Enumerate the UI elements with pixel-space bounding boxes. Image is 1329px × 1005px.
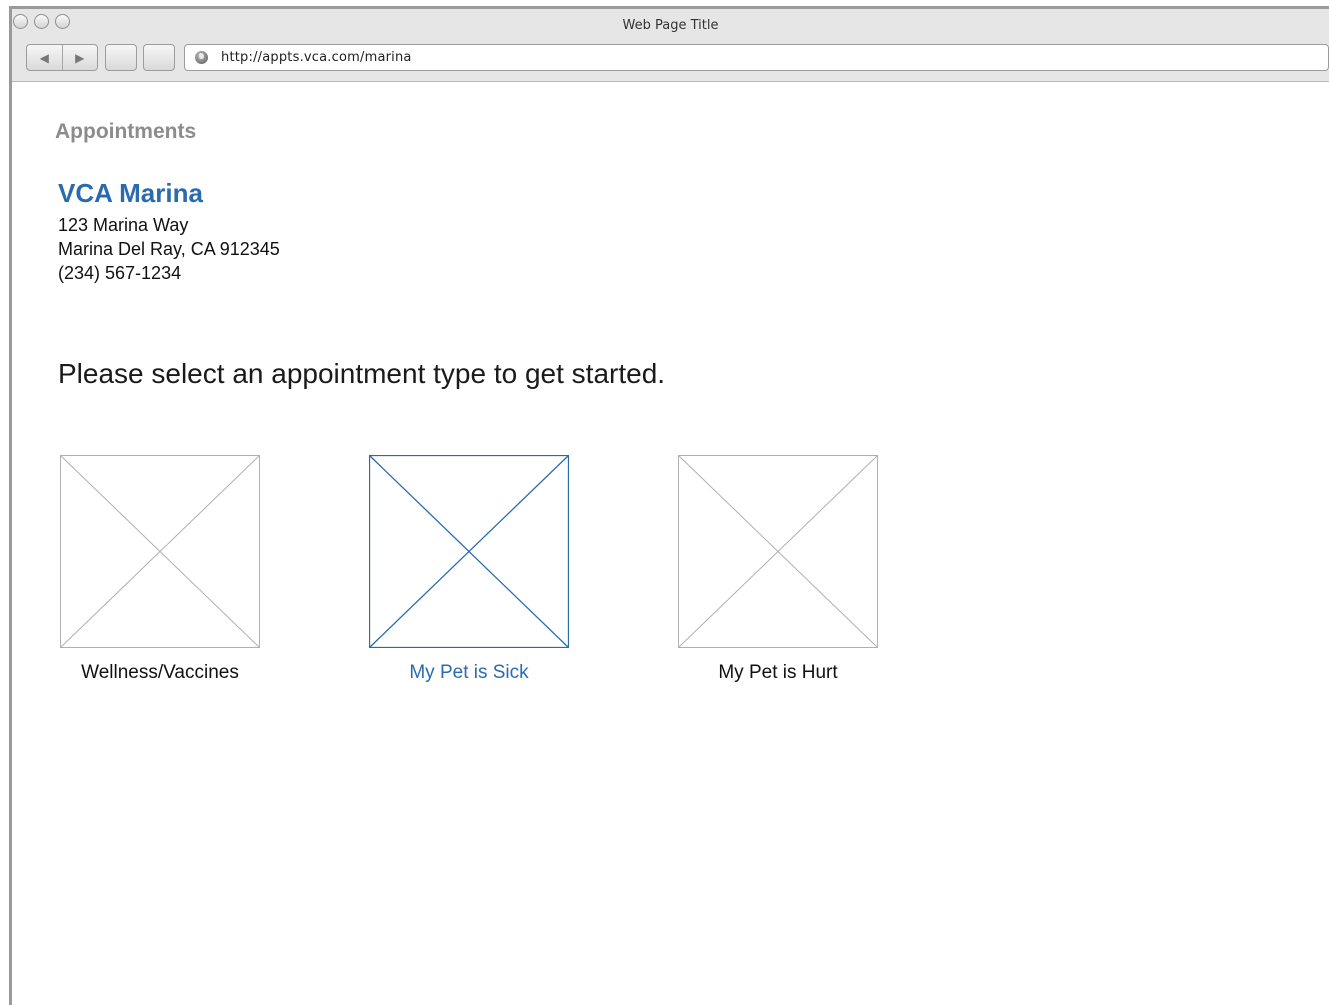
image-placeholder-icon	[678, 455, 878, 648]
forward-arrow-icon: ▶	[75, 50, 85, 65]
clinic-phone: (234) 567-1234	[58, 263, 182, 283]
clinic-name: VCA Marina	[58, 178, 203, 208]
clinic-address: 123 Marina Way Marina Del Ray, CA 912345…	[58, 213, 280, 285]
appointment-type-label: My Pet is Sick	[409, 662, 529, 683]
image-placeholder-icon	[60, 455, 260, 648]
selection-prompt: Please select an appointment type to get…	[58, 358, 666, 389]
url-text[interactable]: http://appts.vca.com/marina	[221, 50, 412, 65]
address-line-1: 123 Marina Way	[58, 215, 189, 235]
appointment-type-label: Wellness/Vaccines	[81, 662, 239, 683]
appointment-type-hurt[interactable]: My Pet is Hurt	[678, 455, 878, 684]
appointment-type-label: My Pet is Hurt	[718, 662, 838, 683]
toolbar-button-2[interactable]	[143, 44, 175, 71]
back-button[interactable]: ◀	[27, 45, 62, 70]
toolbar-button-1[interactable]	[105, 44, 137, 71]
image-placeholder-icon	[369, 455, 569, 648]
back-arrow-icon: ◀	[39, 50, 49, 65]
browser-window: Web Page Title ◀ ▶ http://appts.vca.com/…	[9, 6, 1329, 1005]
window-title: Web Page Title	[622, 18, 719, 33]
forward-button[interactable]: ▶	[61, 45, 98, 70]
page-content: Appointments VCA Marina 123 Marina Way M…	[12, 82, 1329, 1005]
address-bar[interactable]: http://appts.vca.com/marina	[184, 44, 1329, 71]
globe-icon	[195, 51, 208, 64]
section-heading: Appointments	[55, 120, 197, 143]
history-nav: ◀ ▶	[26, 44, 98, 71]
browser-toolbar: Web Page Title ◀ ▶ http://appts.vca.com/…	[12, 9, 1329, 82]
appointment-type-sick[interactable]: My Pet is Sick	[369, 455, 569, 684]
appointment-type-wellness[interactable]: Wellness/Vaccines	[60, 455, 260, 684]
address-line-2: Marina Del Ray, CA 912345	[58, 239, 280, 259]
